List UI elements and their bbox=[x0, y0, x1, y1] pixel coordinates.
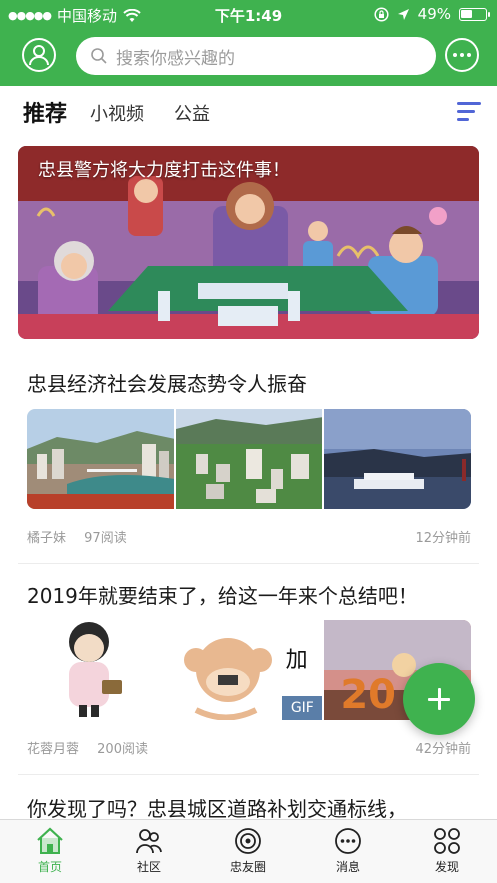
thumbnail-image bbox=[27, 620, 174, 720]
circle-icon bbox=[235, 828, 261, 854]
nav-label: 社区 bbox=[136, 860, 161, 874]
featured-banner[interactable]: 忠县警方将大力度打击这件事！ bbox=[18, 146, 479, 339]
tab-short-video[interactable]: 小视频 bbox=[90, 100, 144, 126]
more-button[interactable] bbox=[445, 38, 479, 72]
image-text: 加 bbox=[285, 648, 308, 673]
thumbnail-image: 加 GIF bbox=[175, 620, 323, 720]
article-time: 42分钟前 bbox=[415, 742, 471, 757]
search-input[interactable]: 搜索你感兴趣的 bbox=[76, 37, 436, 75]
bottom-navigation: 首页 社区 忠友圈 消息 发现 bbox=[0, 819, 497, 883]
tab-recommend[interactable]: 推荐 bbox=[23, 96, 68, 128]
nav-label: 消息 bbox=[335, 860, 360, 874]
more-dot bbox=[453, 53, 457, 57]
thumbnail-image bbox=[324, 409, 471, 509]
article-reads: 97阅读 bbox=[84, 531, 127, 546]
meme-person-image bbox=[27, 620, 174, 720]
location-arrow-icon bbox=[397, 8, 409, 20]
divider bbox=[18, 563, 479, 564]
article-author: 花蓉月蓉 bbox=[27, 742, 80, 757]
article-time: 12分钟前 bbox=[415, 531, 471, 546]
menu-line bbox=[457, 110, 475, 113]
search-placeholder: 搜索你感兴趣的 bbox=[116, 48, 235, 69]
message-icon bbox=[335, 828, 361, 854]
article-meta: 橘子妹 97阅读 12分钟前 bbox=[27, 527, 471, 546]
article-author: 橘子妹 bbox=[27, 531, 67, 546]
city-aerial-image bbox=[175, 409, 323, 509]
nav-label: 发现 bbox=[434, 860, 459, 874]
home-icon bbox=[37, 827, 63, 854]
nav-label: 首页 bbox=[37, 860, 62, 874]
divider bbox=[18, 774, 479, 775]
nav-home[interactable]: 首页 bbox=[10, 826, 90, 880]
nav-label: 忠友圈 bbox=[229, 860, 266, 874]
community-icon bbox=[136, 829, 162, 854]
nav-circle[interactable]: 忠友圈 bbox=[208, 826, 288, 880]
thumbnail-image bbox=[175, 409, 323, 509]
menu-line bbox=[457, 118, 469, 121]
profile-button[interactable] bbox=[22, 38, 56, 72]
tab-charity[interactable]: 公益 bbox=[174, 100, 210, 126]
article-thumbnails[interactable] bbox=[27, 409, 471, 509]
gif-badge: GIF bbox=[282, 696, 323, 720]
status-right: 49% bbox=[374, 5, 490, 23]
channel-menu-button[interactable] bbox=[457, 102, 481, 122]
search-icon bbox=[91, 48, 107, 64]
rotation-lock-icon bbox=[374, 6, 389, 22]
app-header: ●●●●● 中国移动 下午1:49 49% 搜索你感兴趣的 bbox=[0, 0, 497, 86]
article-reads: 200阅读 bbox=[97, 742, 148, 757]
battery-icon bbox=[459, 7, 490, 21]
discover-icon bbox=[434, 828, 460, 854]
add-post-button[interactable] bbox=[403, 663, 475, 735]
status-bar: ●●●●● 中国移动 下午1:49 49% bbox=[0, 0, 497, 28]
battery-percent: 49% bbox=[417, 5, 451, 23]
nav-messages[interactable]: 消息 bbox=[308, 826, 388, 880]
more-dot bbox=[460, 53, 464, 57]
article-title[interactable]: 忠县经济社会发展态势令人振奋 bbox=[27, 368, 307, 397]
city-river-image bbox=[27, 409, 174, 509]
user-icon bbox=[29, 45, 49, 66]
nav-discover[interactable]: 发现 bbox=[407, 826, 487, 880]
river-boat-image bbox=[324, 409, 471, 509]
article-title[interactable]: 你发现了吗？忠县城区道路补划交通标线， bbox=[27, 793, 407, 822]
category-tabs: 推荐 小视频 公益 bbox=[0, 86, 497, 136]
more-dot bbox=[467, 53, 471, 57]
article-title[interactable]: 2019年就要结束了，给这一年来个总结吧！ bbox=[27, 580, 418, 609]
article-meta: 花蓉月蓉 200阅读 42分钟前 bbox=[27, 738, 471, 757]
menu-line bbox=[457, 102, 481, 105]
thumbnail-image bbox=[27, 409, 174, 509]
nav-community[interactable]: 社区 bbox=[109, 826, 189, 880]
image-text: 20 bbox=[340, 672, 397, 718]
banner-title: 忠县警方将大力度打击这件事！ bbox=[38, 160, 290, 181]
